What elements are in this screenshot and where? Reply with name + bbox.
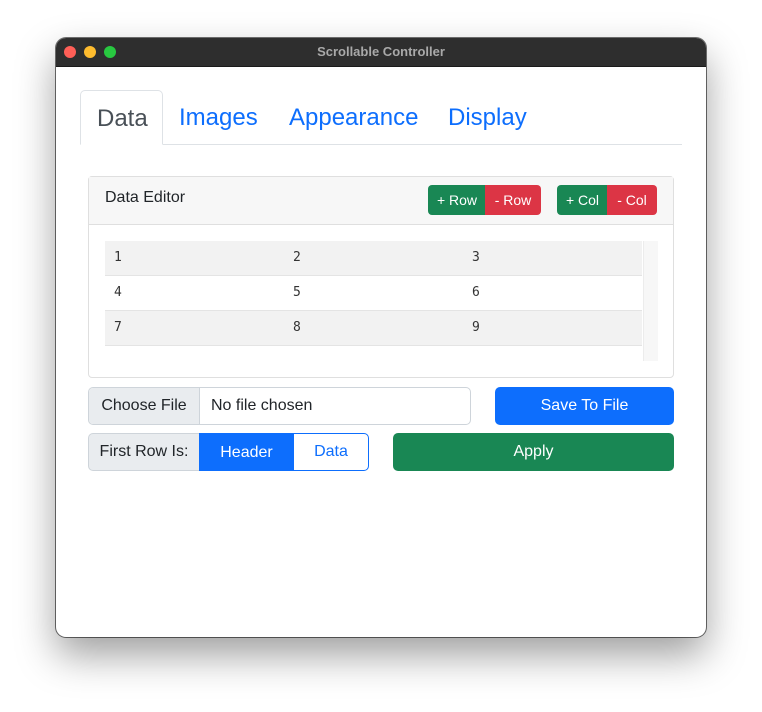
file-input-group[interactable]: Choose File No file chosen [88, 387, 471, 425]
table-cell[interactable]: 5 [293, 285, 301, 300]
data-editor-header: Data Editor + Row - Row + Col - Col [89, 177, 673, 225]
first-row-label: First Row Is: [88, 433, 200, 471]
table-cell[interactable]: 7 [114, 320, 122, 335]
app-window: Scrollable Controller Data Images Appear… [56, 38, 706, 637]
table-cell[interactable]: 8 [293, 320, 301, 335]
file-status: No file chosen [211, 397, 313, 414]
title-bar: Scrollable Controller [56, 38, 706, 67]
tab-appearance[interactable]: Appearance [273, 90, 434, 144]
first-row-data-option[interactable]: Data [293, 433, 369, 471]
data-grid[interactable]: 1 2 3 4 5 6 7 8 9 [105, 241, 658, 361]
window-title: Scrollable Controller [317, 44, 445, 59]
table-cell[interactable]: 2 [293, 250, 301, 265]
table-row[interactable]: 7 8 9 [105, 311, 642, 346]
first-row-toggle-group: First Row Is: Header Data [88, 433, 369, 471]
apply-button[interactable]: Apply [393, 433, 674, 471]
table-row[interactable]: 1 2 3 [105, 241, 642, 276]
grid-scrollbar[interactable] [643, 241, 658, 361]
table-row[interactable]: 4 5 6 [105, 276, 642, 311]
table-cell[interactable]: 3 [472, 250, 480, 265]
data-editor-title: Data Editor [105, 189, 186, 206]
table-cell[interactable]: 9 [472, 320, 480, 335]
table-cell[interactable]: 1 [114, 250, 122, 265]
table-cell[interactable]: 4 [114, 285, 122, 300]
remove-row-button[interactable]: - Row [485, 185, 541, 215]
save-to-file-button[interactable]: Save To File [495, 387, 674, 425]
tab-images[interactable]: Images [163, 90, 274, 144]
add-col-button[interactable]: + Col [557, 185, 608, 215]
tab-bar: Data Images Appearance Display [80, 90, 682, 145]
data-editor-card: Data Editor + Row - Row + Col - Col 1 2 … [88, 176, 674, 378]
table-cell[interactable]: 6 [472, 285, 480, 300]
choose-file-button[interactable]: Choose File [89, 388, 200, 424]
first-row-header-option[interactable]: Header [199, 433, 294, 471]
add-row-button[interactable]: + Row [428, 185, 486, 215]
tab-data[interactable]: Data [80, 90, 163, 145]
remove-col-button[interactable]: - Col [607, 185, 657, 215]
tab-display[interactable]: Display [432, 90, 543, 144]
